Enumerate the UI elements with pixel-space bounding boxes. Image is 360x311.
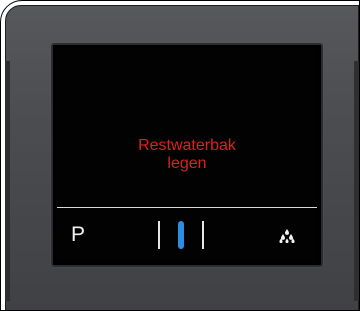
level-active-indicator xyxy=(178,221,184,249)
level-tick-3 xyxy=(202,221,204,249)
program-button[interactable]: P xyxy=(71,223,85,247)
drops-icon-svg xyxy=(279,229,295,244)
bezel-edge-right xyxy=(354,61,359,301)
status-message: Restwaterbak legen xyxy=(53,137,321,173)
display-screen: Restwaterbak legen P xyxy=(51,43,323,267)
bezel-edge-left xyxy=(5,61,10,301)
display-bottom-bar: P xyxy=(53,209,321,265)
status-message-line1: Restwaterbak xyxy=(138,137,236,154)
status-message-line2: legen xyxy=(167,155,207,172)
strength-level-selector[interactable] xyxy=(156,221,206,251)
drops-icon[interactable] xyxy=(279,229,295,244)
display-divider xyxy=(57,207,317,208)
level-tick-1 xyxy=(158,221,160,249)
device-frame: Restwaterbak legen P xyxy=(0,0,360,311)
